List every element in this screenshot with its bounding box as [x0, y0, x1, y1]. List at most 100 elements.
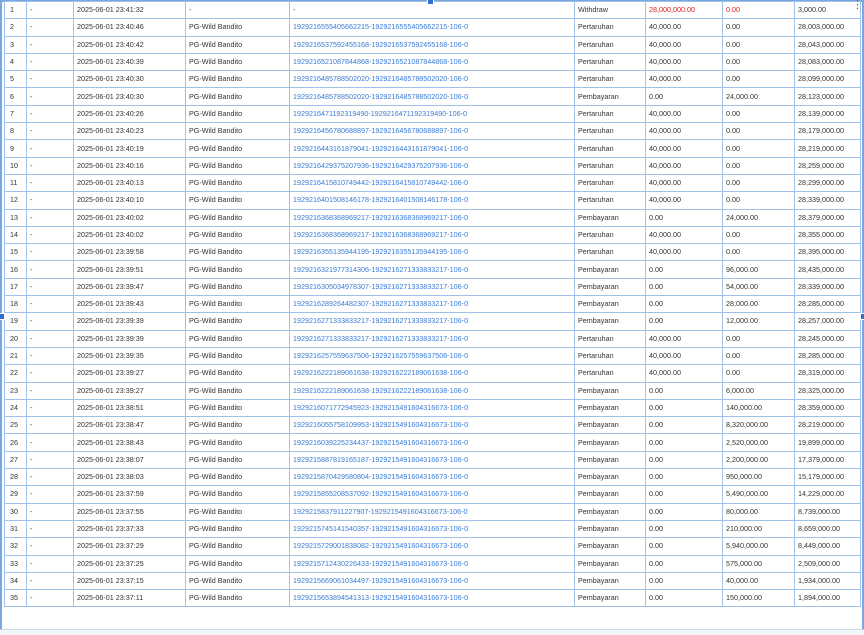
game-cell[interactable]: PG-Wild Bandito [185, 35, 290, 54]
debit-cell[interactable]: 0.00 [645, 537, 723, 556]
table-row[interactable]: 25-2025-06-01 23:38:47 PG-Wild Bandito 192… [4, 416, 861, 435]
more-vertical-icon[interactable]: ⋮ [852, 0, 863, 17]
dash-cell[interactable]: - [26, 277, 74, 297]
credit-cell[interactable]: 0.00 [722, 243, 795, 262]
type-cell[interactable]: Pembayaran [574, 450, 646, 470]
credit-cell[interactable]: 40,000.00 [722, 571, 795, 591]
datetime-cell[interactable]: 2025-06-01 23:38:51 [73, 398, 186, 418]
table-row[interactable]: 34-2025-06-01 23:37:15 PG-Wild Bandito 192… [4, 571, 861, 591]
dash-cell[interactable]: - [26, 87, 74, 106]
row-number-cell[interactable]: 22 [4, 364, 27, 383]
balance-cell[interactable]: 3,000.00 [794, 0, 861, 20]
row-number-cell[interactable]: 17 [4, 277, 27, 297]
debit-cell[interactable]: 0.00 [645, 398, 723, 418]
table-row[interactable]: 18-2025-06-01 23:39:43 PG-Wild Bandito 192… [4, 295, 861, 314]
dash-cell[interactable]: - [26, 156, 74, 175]
balance-cell[interactable]: 17,379,000.00 [794, 450, 861, 470]
type-cell[interactable]: Pertaruhan [574, 191, 646, 210]
balance-cell[interactable]: 28,285,000.00 [794, 295, 861, 314]
balance-cell[interactable]: 28,355,000.00 [794, 225, 861, 245]
row-number-cell[interactable]: 32 [4, 537, 27, 556]
datetime-cell[interactable]: 2025-06-01 23:39:39 [73, 312, 186, 331]
game-cell[interactable]: PG-Wild Bandito [185, 485, 290, 504]
game-cell[interactable]: PG-Wild Bandito [185, 18, 290, 37]
type-cell[interactable]: Pembayaran [574, 416, 646, 435]
game-cell[interactable]: PG-Wild Bandito [185, 70, 290, 89]
credit-cell[interactable]: 96,000.00 [722, 260, 795, 279]
transaction-id-cell[interactable]: 1929216443161879041-1929216443161879041-… [289, 139, 575, 158]
debit-cell[interactable]: 0.00 [645, 433, 723, 452]
datetime-cell[interactable]: 2025-06-01 23:39:27 [73, 364, 186, 383]
type-cell[interactable]: Pembayaran [574, 554, 646, 573]
transaction-id-cell[interactable]: 1929216289264482307-1929216271333833217-… [289, 295, 575, 314]
table-row[interactable]: 13-2025-06-01 23:40:02 PG-Wild Bandito 192… [4, 208, 861, 227]
table-row[interactable]: 10-2025-06-01 23:40:16 PG-Wild Bandito 192… [4, 156, 861, 175]
dash-cell[interactable]: - [26, 468, 74, 487]
type-cell[interactable]: Pertaruhan [574, 329, 646, 348]
dash-cell[interactable]: - [26, 381, 74, 400]
dash-cell[interactable]: - [26, 52, 74, 72]
transaction-id-cell[interactable]: 1929216401508146178-1929216401508146178-… [289, 191, 575, 210]
dash-cell[interactable]: - [26, 519, 74, 539]
transaction-id-cell[interactable]: 1929215745141540357-1929215491604316673-… [289, 519, 575, 539]
type-cell[interactable]: Pembayaran [574, 87, 646, 106]
balance-cell[interactable]: 28,003,000.00 [794, 18, 861, 37]
resize-handle-top[interactable] [427, 0, 434, 5]
debit-cell[interactable]: 0.00 [645, 87, 723, 106]
balance-cell[interactable]: 1,894,000.00 [794, 589, 861, 608]
balance-cell[interactable]: 28,435,000.00 [794, 260, 861, 279]
row-number-cell[interactable]: 4 [4, 52, 27, 72]
credit-cell[interactable]: 0.00 [722, 191, 795, 210]
datetime-cell[interactable]: 2025-06-01 23:39:27 [73, 381, 186, 400]
table-row[interactable]: 14-2025-06-01 23:40:02 PG-Wild Bandito 192… [4, 225, 861, 245]
type-cell[interactable]: Pembayaran [574, 468, 646, 487]
row-number-cell[interactable]: 28 [4, 468, 27, 487]
debit-cell[interactable]: 0.00 [645, 260, 723, 279]
transaction-id-cell[interactable]: 1929216415810749442-1929216415810749442-… [289, 173, 575, 193]
type-cell[interactable]: Pembayaran [574, 295, 646, 314]
type-cell[interactable]: Pembayaran [574, 519, 646, 539]
balance-cell[interactable]: 28,043,000.00 [794, 35, 861, 54]
balance-cell[interactable]: 28,219,000.00 [794, 139, 861, 158]
transaction-id-cell[interactable]: 1929215712430226433-1929215491604316673-… [289, 554, 575, 573]
transaction-id-cell[interactable]: 1929216456780688897-1929216456780688897-… [289, 122, 575, 141]
credit-cell[interactable]: 54,000.00 [722, 277, 795, 297]
table-row[interactable]: 3-2025-06-01 23:40:42 PG-Wild Bandito 1929… [4, 35, 861, 54]
type-cell[interactable]: Pertaruhan [574, 122, 646, 141]
datetime-cell[interactable]: 2025-06-01 23:40:23 [73, 122, 186, 141]
balance-cell[interactable]: 8,739,000.00 [794, 502, 861, 521]
transaction-id-cell[interactable]: 1929216485788502020-1929216485788502020-… [289, 70, 575, 89]
credit-cell[interactable]: 0.00 [722, 104, 795, 124]
debit-cell[interactable]: 0.00 [645, 485, 723, 504]
credit-cell[interactable]: 0.00 [722, 52, 795, 72]
transaction-id-cell[interactable]: 1929216368368969217-1929216368368969217-… [289, 225, 575, 245]
type-cell[interactable]: Pertaruhan [574, 243, 646, 262]
type-cell[interactable]: Pembayaran [574, 208, 646, 227]
credit-cell[interactable]: 950,000.00 [722, 468, 795, 487]
game-cell[interactable]: PG-Wild Bandito [185, 139, 290, 158]
credit-cell[interactable]: 5,940,000.00 [722, 537, 795, 556]
dash-cell[interactable]: - [26, 191, 74, 210]
balance-cell[interactable]: 1,934,000.00 [794, 571, 861, 591]
debit-cell[interactable]: 40,000.00 [645, 35, 723, 54]
game-cell[interactable]: PG-Wild Bandito [185, 52, 290, 72]
transaction-id-cell[interactable]: 1929215837911227907-1929215491604316673-… [289, 502, 575, 521]
game-cell[interactable]: PG-Wild Bandito [185, 450, 290, 470]
dash-cell[interactable]: - [26, 329, 74, 348]
datetime-cell[interactable]: 2025-06-01 23:37:25 [73, 554, 186, 573]
transaction-id-cell[interactable]: 1929215855208537092-1929215491604316673-… [289, 485, 575, 504]
credit-cell[interactable]: 0.00 [722, 156, 795, 175]
credit-cell[interactable]: 6,000.00 [722, 381, 795, 400]
datetime-cell[interactable]: 2025-06-01 23:39:39 [73, 329, 186, 348]
balance-cell[interactable]: 2,509,000.00 [794, 554, 861, 573]
dash-cell[interactable]: - [26, 450, 74, 470]
game-cell[interactable]: PG-Wild Bandito [185, 571, 290, 591]
transaction-id-cell[interactable]: 1929216222189061638-1929216222189061638-… [289, 381, 575, 400]
datetime-cell[interactable]: 2025-06-01 23:40:30 [73, 87, 186, 106]
table-row[interactable]: 5-2025-06-01 23:40:30 PG-Wild Bandito 1929… [4, 70, 861, 89]
datetime-cell[interactable]: 2025-06-01 23:40:42 [73, 35, 186, 54]
row-number-cell[interactable]: 27 [4, 450, 27, 470]
dash-cell[interactable]: - [26, 35, 74, 54]
table-row[interactable]: 26-2025-06-01 23:38:43 PG-Wild Bandito 192… [4, 433, 861, 452]
datetime-cell[interactable]: 2025-06-01 23:39:58 [73, 243, 186, 262]
